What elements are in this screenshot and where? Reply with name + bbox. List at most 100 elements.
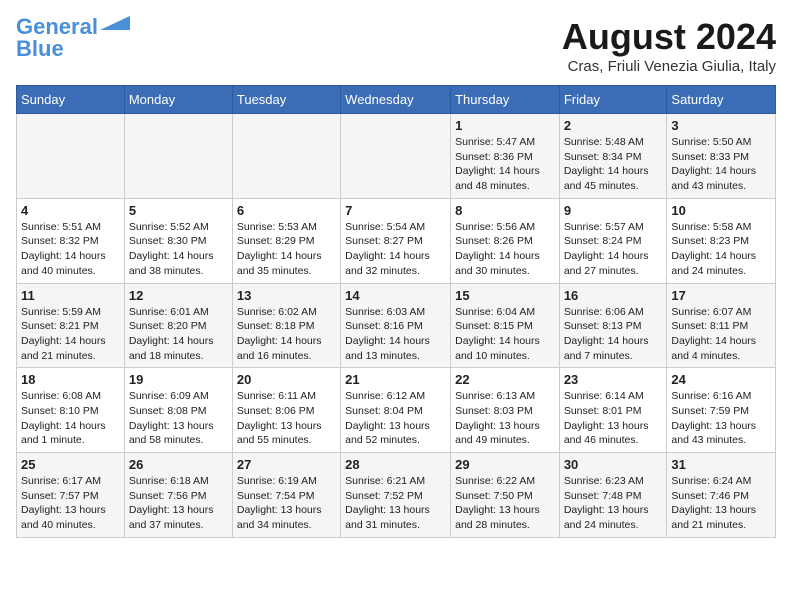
day-number: 30 — [564, 457, 663, 472]
day-info: Sunrise: 6:13 AM Sunset: 8:03 PM Dayligh… — [455, 389, 555, 448]
calendar-cell — [17, 114, 125, 199]
day-number: 6 — [237, 203, 336, 218]
day-info: Sunrise: 6:01 AM Sunset: 8:20 PM Dayligh… — [129, 305, 228, 364]
day-number: 8 — [455, 203, 555, 218]
calendar-cell: 7 Sunrise: 5:54 AM Sunset: 8:27 PM Daylig… — [341, 198, 451, 283]
day-number: 28 — [345, 457, 446, 472]
day-info: Sunrise: 5:48 AM Sunset: 8:34 PM Dayligh… — [564, 135, 663, 194]
day-number: 9 — [564, 203, 663, 218]
day-info: Sunrise: 6:07 AM Sunset: 8:11 PM Dayligh… — [671, 305, 771, 364]
day-number: 24 — [671, 372, 771, 387]
month-title: August 2024 — [562, 16, 776, 58]
day-number: 17 — [671, 288, 771, 303]
calendar-cell: 28 Sunrise: 6:21 AM Sunset: 7:52 PM Dayli… — [341, 453, 451, 538]
calendar-cell: 27Sunrise: 6:19 AM Sunset: 7:54 PM Dayli… — [232, 453, 340, 538]
logo-text: General — [16, 16, 98, 38]
day-info: Sunrise: 5:56 AM Sunset: 8:26 PM Dayligh… — [455, 220, 555, 279]
day-info: Sunrise: 6:14 AM Sunset: 8:01 PM Dayligh… — [564, 389, 663, 448]
calendar-week-1: 1Sunrise: 5:47 AM Sunset: 8:36 PM Daylig… — [17, 114, 776, 199]
logo-blue: Blue — [16, 38, 64, 60]
day-number: 14 — [345, 288, 446, 303]
day-info: Sunrise: 6:18 AM Sunset: 7:56 PM Dayligh… — [129, 474, 228, 533]
day-number: 26 — [129, 457, 228, 472]
day-info: Sunrise: 5:50 AM Sunset: 8:33 PM Dayligh… — [671, 135, 771, 194]
day-number: 27 — [237, 457, 336, 472]
day-info: Sunrise: 5:53 AM Sunset: 8:29 PM Dayligh… — [237, 220, 336, 279]
calendar-week-5: 25Sunrise: 6:17 AM Sunset: 7:57 PM Dayli… — [17, 453, 776, 538]
day-info: Sunrise: 6:23 AM Sunset: 7:48 PM Dayligh… — [564, 474, 663, 533]
calendar-cell: 25Sunrise: 6:17 AM Sunset: 7:57 PM Dayli… — [17, 453, 125, 538]
calendar-cell: 17 Sunrise: 6:07 AM Sunset: 8:11 PM Dayli… — [667, 283, 776, 368]
day-number: 18 — [21, 372, 120, 387]
day-number: 22 — [455, 372, 555, 387]
calendar-cell: 24 Sunrise: 6:16 AM Sunset: 7:59 PM Dayli… — [667, 368, 776, 453]
calendar-cell: 1Sunrise: 5:47 AM Sunset: 8:36 PM Daylig… — [451, 114, 560, 199]
calendar-cell: 21 Sunrise: 6:12 AM Sunset: 8:04 PM Dayli… — [341, 368, 451, 453]
day-info: Sunrise: 6:06 AM Sunset: 8:13 PM Dayligh… — [564, 305, 663, 364]
day-info: Sunrise: 6:21 AM Sunset: 7:52 PM Dayligh… — [345, 474, 446, 533]
day-number: 12 — [129, 288, 228, 303]
title-area: August 2024 Cras, Friuli Venezia Giulia,… — [562, 16, 776, 75]
day-header-thursday: Thursday — [451, 86, 560, 114]
day-number: 19 — [129, 372, 228, 387]
day-number: 31 — [671, 457, 771, 472]
calendar-week-3: 11 Sunrise: 5:59 AM Sunset: 8:21 PM Dayli… — [17, 283, 776, 368]
day-header-saturday: Saturday — [667, 86, 776, 114]
calendar-cell: 4 Sunrise: 5:51 AM Sunset: 8:32 PM Daylig… — [17, 198, 125, 283]
day-info: Sunrise: 6:12 AM Sunset: 8:04 PM Dayligh… — [345, 389, 446, 448]
calendar-cell: 5Sunrise: 5:52 AM Sunset: 8:30 PM Daylig… — [124, 198, 232, 283]
calendar-cell — [124, 114, 232, 199]
day-info: Sunrise: 6:24 AM Sunset: 7:46 PM Dayligh… — [671, 474, 771, 533]
day-info: Sunrise: 6:16 AM Sunset: 7:59 PM Dayligh… — [671, 389, 771, 448]
day-number: 4 — [21, 203, 120, 218]
day-info: Sunrise: 5:51 AM Sunset: 8:32 PM Dayligh… — [21, 220, 120, 279]
calendar-week-4: 18 Sunrise: 6:08 AM Sunset: 8:10 PM Dayli… — [17, 368, 776, 453]
calendar-cell: 9Sunrise: 5:57 AM Sunset: 8:24 PM Daylig… — [559, 198, 667, 283]
day-number: 13 — [237, 288, 336, 303]
calendar-cell: 30 Sunrise: 6:23 AM Sunset: 7:48 PM Dayli… — [559, 453, 667, 538]
day-number: 1 — [455, 118, 555, 133]
day-header-monday: Monday — [124, 86, 232, 114]
calendar-cell: 16 Sunrise: 6:06 AM Sunset: 8:13 PM Dayli… — [559, 283, 667, 368]
day-info: Sunrise: 6:08 AM Sunset: 8:10 PM Dayligh… — [21, 389, 120, 448]
day-info: Sunrise: 6:22 AM Sunset: 7:50 PM Dayligh… — [455, 474, 555, 533]
day-info: Sunrise: 5:59 AM Sunset: 8:21 PM Dayligh… — [21, 305, 120, 364]
day-number: 3 — [671, 118, 771, 133]
day-info: Sunrise: 6:17 AM Sunset: 7:57 PM Dayligh… — [21, 474, 120, 533]
day-header-wednesday: Wednesday — [341, 86, 451, 114]
day-info: Sunrise: 6:11 AM Sunset: 8:06 PM Dayligh… — [237, 389, 336, 448]
calendar-cell: 11 Sunrise: 5:59 AM Sunset: 8:21 PM Dayli… — [17, 283, 125, 368]
day-number: 15 — [455, 288, 555, 303]
calendar-cell: 15Sunrise: 6:04 AM Sunset: 8:15 PM Dayli… — [451, 283, 560, 368]
calendar-cell: 20 Sunrise: 6:11 AM Sunset: 8:06 PM Dayli… — [232, 368, 340, 453]
day-number: 20 — [237, 372, 336, 387]
header: General Blue August 2024 Cras, Friuli Ve… — [16, 16, 776, 75]
calendar-table: SundayMondayTuesdayWednesdayThursdayFrid… — [16, 85, 776, 538]
day-number: 16 — [564, 288, 663, 303]
day-info: Sunrise: 5:52 AM Sunset: 8:30 PM Dayligh… — [129, 220, 228, 279]
calendar-cell: 12 Sunrise: 6:01 AM Sunset: 8:20 PM Dayli… — [124, 283, 232, 368]
calendar-cell: 10 Sunrise: 5:58 AM Sunset: 8:23 PM Dayli… — [667, 198, 776, 283]
day-info: Sunrise: 6:02 AM Sunset: 8:18 PM Dayligh… — [237, 305, 336, 364]
calendar-cell — [232, 114, 340, 199]
calendar-body: 1Sunrise: 5:47 AM Sunset: 8:36 PM Daylig… — [17, 114, 776, 538]
day-header-friday: Friday — [559, 86, 667, 114]
day-header-sunday: Sunday — [17, 86, 125, 114]
calendar-cell — [341, 114, 451, 199]
calendar-cell: 14Sunrise: 6:03 AM Sunset: 8:16 PM Dayli… — [341, 283, 451, 368]
day-number: 23 — [564, 372, 663, 387]
calendar-cell: 22 Sunrise: 6:13 AM Sunset: 8:03 PM Dayli… — [451, 368, 560, 453]
day-number: 11 — [21, 288, 120, 303]
days-header-row: SundayMondayTuesdayWednesdayThursdayFrid… — [17, 86, 776, 114]
day-info: Sunrise: 5:58 AM Sunset: 8:23 PM Dayligh… — [671, 220, 771, 279]
day-number: 21 — [345, 372, 446, 387]
day-info: Sunrise: 5:54 AM Sunset: 8:27 PM Dayligh… — [345, 220, 446, 279]
calendar-cell: 29Sunrise: 6:22 AM Sunset: 7:50 PM Dayli… — [451, 453, 560, 538]
calendar-cell: 13 Sunrise: 6:02 AM Sunset: 8:18 PM Dayli… — [232, 283, 340, 368]
calendar-cell: 31 Sunrise: 6:24 AM Sunset: 7:46 PM Dayli… — [667, 453, 776, 538]
location: Cras, Friuli Venezia Giulia, Italy — [562, 58, 776, 75]
calendar-cell: 3 Sunrise: 5:50 AM Sunset: 8:33 PM Daylig… — [667, 114, 776, 199]
calendar-cell: 2Sunrise: 5:48 AM Sunset: 8:34 PM Daylig… — [559, 114, 667, 199]
day-number: 7 — [345, 203, 446, 218]
day-number: 10 — [671, 203, 771, 218]
